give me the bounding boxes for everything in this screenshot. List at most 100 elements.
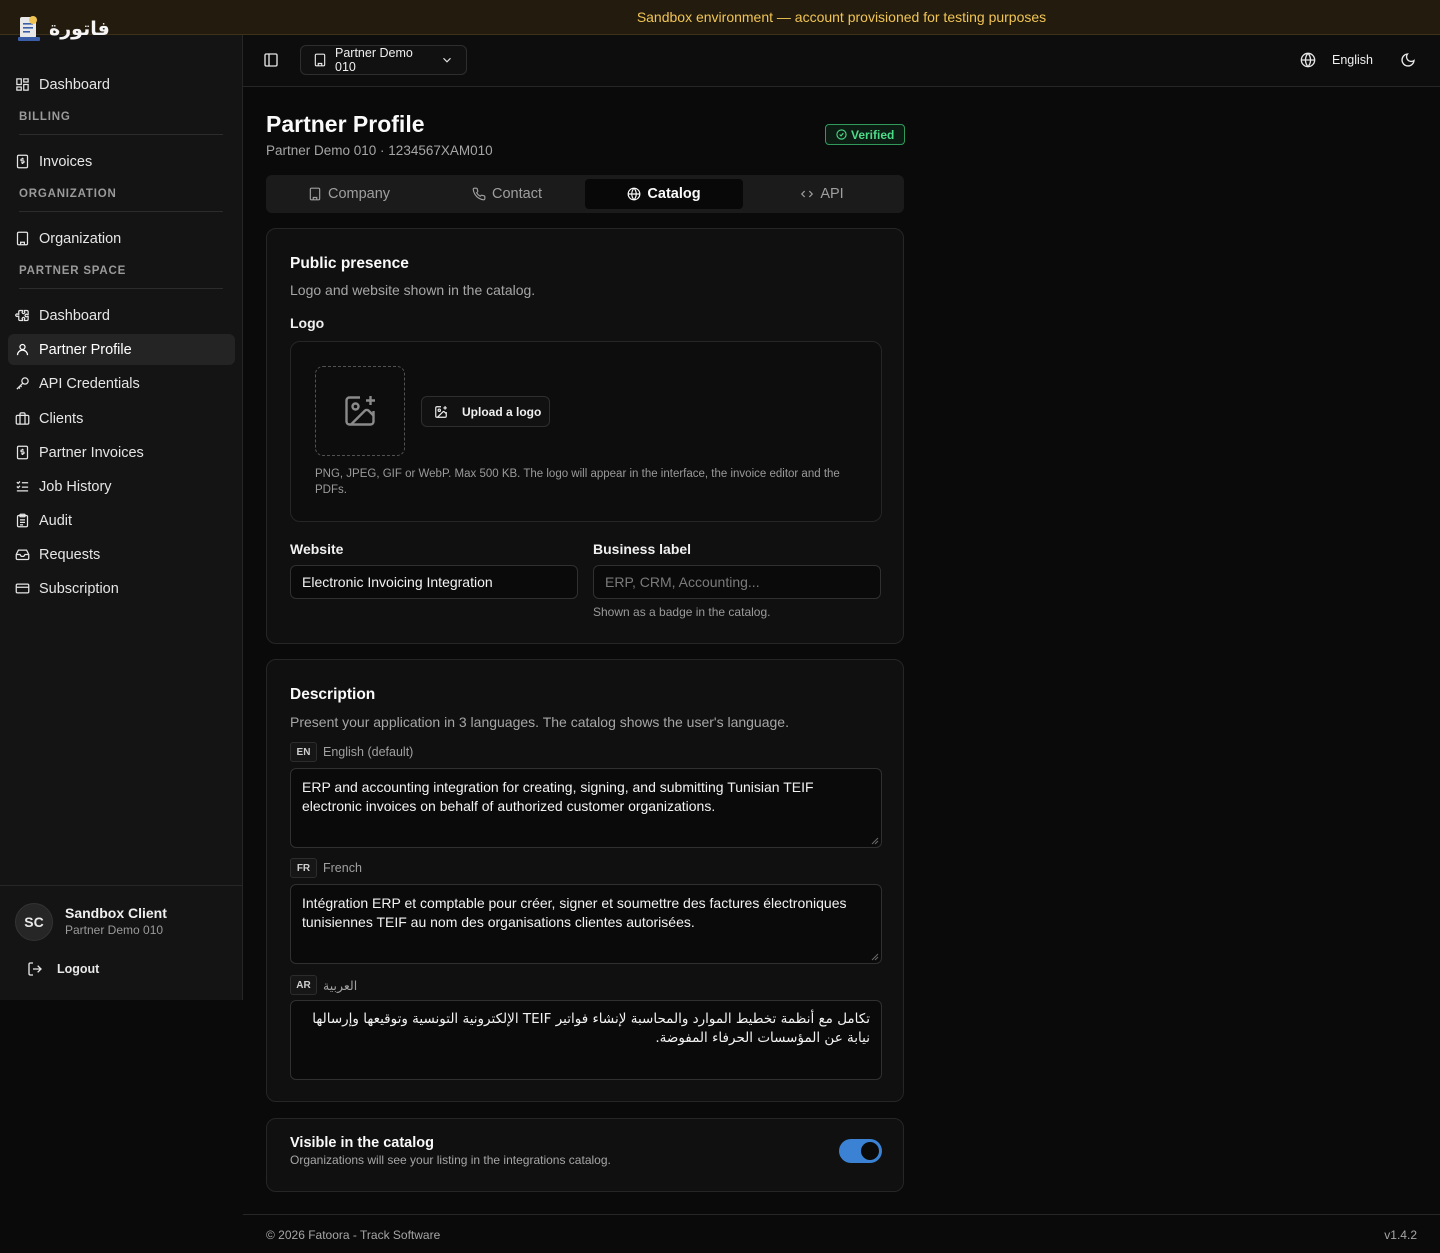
description-en-textarea[interactable]: ERP and accounting integration for creat… — [290, 768, 882, 848]
description-ar-text: تكامل مع أنظمة تخطيط الموارد والمحاسبة ل… — [312, 1011, 870, 1046]
card-title: Public presence — [290, 255, 409, 272]
sidebar-toggle-icon[interactable] — [263, 52, 279, 68]
building-icon — [309, 187, 321, 201]
user-icon — [16, 343, 29, 356]
language-code-badge: FR — [290, 858, 317, 878]
resize-handle-icon[interactable] — [871, 953, 879, 961]
status-badge-label: Verified — [851, 127, 895, 142]
catalog-visibility-toggle[interactable] — [839, 1139, 882, 1163]
sidebar-item-dashboard[interactable]: Dashboard — [8, 69, 235, 100]
description-fr-text: Intégration ERP et comptable pour créer,… — [302, 895, 847, 930]
page-title: Partner Profile — [266, 111, 425, 137]
sidebar-item-api-credentials[interactable]: API Credentials — [8, 368, 235, 399]
sidebar-item-partner-profile[interactable]: Partner Profile — [8, 334, 235, 365]
language-name: English (default) — [323, 745, 414, 759]
page-subtitle: Partner Demo 010 · 1234567XAM010 — [266, 143, 493, 158]
toggle-knob — [861, 1142, 879, 1160]
brand[interactable]: فاتورة — [17, 15, 110, 43]
sidebar-item-job-history[interactable]: Job History — [8, 471, 235, 502]
sidebar-item-label: Dashboard — [39, 307, 110, 324]
resize-handle-icon[interactable] — [871, 837, 879, 845]
sidebar-item-partner-invoices[interactable]: Partner Invoices — [8, 437, 235, 468]
tab-catalog[interactable]: Catalog — [585, 179, 743, 209]
logo-hint: PNG, JPEG, GIF or WebP. Max 500 KB. The … — [315, 468, 840, 496]
tab-label: Company — [327, 186, 391, 202]
profile-tabs: Company Contact Catalog API — [266, 175, 904, 213]
section-divider — [19, 211, 223, 212]
sidebar-item-clients[interactable]: Clients — [8, 403, 235, 434]
description-fr-textarea[interactable]: Intégration ERP et comptable pour créer,… — [290, 884, 882, 964]
footer-copyright: © 2026 Fatoora - Track Software — [266, 1228, 441, 1242]
card-description: Present your application in 3 languages.… — [290, 714, 789, 730]
logout-icon — [28, 962, 42, 976]
section-divider — [19, 134, 223, 135]
upload-logo-label: Upload a logo — [462, 404, 542, 419]
language-switcher[interactable]: English — [1300, 52, 1373, 68]
language-label: English — [1332, 53, 1373, 67]
invoice-icon — [16, 154, 29, 169]
brand-name: فاتورة — [49, 18, 110, 40]
language-code-badge: EN — [290, 742, 317, 762]
globe-icon — [1300, 52, 1316, 68]
tab-api[interactable]: API — [743, 179, 901, 209]
code-icon — [801, 190, 814, 198]
visibility-title: Visible in the catalog — [290, 1135, 434, 1151]
logout-button[interactable]: Logout — [27, 961, 99, 977]
organization-select-value: Partner Demo 010 — [335, 46, 413, 74]
image-plus-icon — [345, 396, 375, 426]
sidebar-item-label: Invoices — [39, 153, 93, 170]
puzzle-icon — [15, 309, 29, 322]
clipboard-icon — [16, 513, 29, 528]
user-panel: SC Sandbox Client Partner Demo 010 Logou… — [0, 885, 242, 1000]
business-label-label: Business label — [593, 541, 692, 557]
tab-label: Catalog — [647, 186, 701, 202]
sidebar-item-requests[interactable]: Requests — [8, 539, 235, 570]
logo-uploader: Upload a logo PNG, JPEG, GIF or WebP. Ma… — [290, 341, 882, 522]
sandbox-banner: Sandbox environment — account provisione… — [0, 0, 1440, 35]
sidebar-item-label: API Credentials — [39, 375, 140, 392]
tab-contact[interactable]: Contact — [428, 179, 586, 209]
moon-icon[interactable] — [1400, 52, 1416, 68]
sidebar-item-label: Partner Profile — [39, 341, 132, 358]
sidebar-item-subscription[interactable]: Subscription — [8, 573, 235, 604]
description-card: Description Present your application in … — [266, 659, 904, 1102]
tab-company[interactable]: Company — [270, 179, 428, 209]
upload-logo-button[interactable]: Upload a logo — [421, 396, 550, 427]
top-bar: Partner Demo 010 English — [243, 35, 1440, 87]
visibility-card: Visible in the catalog Organizations wil… — [266, 1118, 904, 1192]
building-icon — [16, 231, 29, 246]
sidebar-item-label: Organization — [39, 230, 122, 247]
building-icon — [314, 53, 326, 67]
invoice-logo-icon — [18, 16, 40, 41]
footer: © 2026 Fatoora - Track Software v1.4.2 — [243, 1214, 1440, 1253]
language-row-fr: FR French — [290, 858, 362, 878]
language-name: العربية — [323, 978, 358, 993]
globe-icon — [627, 187, 641, 201]
section-title-partner-space: PARTNER SPACE — [19, 265, 127, 277]
logout-label: Logout — [57, 962, 100, 976]
phone-icon — [472, 187, 486, 201]
card-title: Description — [290, 686, 376, 703]
section-title-billing: BILLING — [19, 111, 71, 123]
sidebar-item-label: Clients — [39, 410, 84, 427]
briefcase-icon — [15, 412, 30, 425]
description-ar-textarea[interactable]: تكامل مع أنظمة تخطيط الموارد والمحاسبة ل… — [290, 1000, 882, 1080]
sidebar-item-label: Dashboard — [39, 76, 110, 93]
check-circle-icon — [836, 129, 847, 140]
sidebar-item-invoices[interactable]: Invoices — [8, 146, 235, 177]
description-en-text: ERP and accounting integration for creat… — [302, 779, 814, 814]
sidebar-item-label: Audit — [39, 512, 73, 529]
website-field[interactable]: Electronic Invoicing Integration — [290, 565, 578, 599]
inbox-icon — [15, 549, 30, 561]
organization-select[interactable]: Partner Demo 010 — [300, 45, 467, 75]
sidebar-item-partner-dashboard[interactable]: Dashboard — [8, 300, 235, 331]
sidebar-item-organization[interactable]: Organization — [8, 223, 235, 254]
language-row-en: EN English (default) — [290, 742, 413, 762]
sidebar-item-audit[interactable]: Audit — [8, 505, 235, 536]
avatar[interactable]: SC — [15, 903, 53, 941]
section-title-organization: ORGANIZATION — [19, 188, 117, 200]
logo-dropzone[interactable] — [315, 366, 405, 456]
user-org: Partner Demo 010 — [65, 923, 164, 937]
user-name: Sandbox Client — [65, 905, 167, 921]
business-label-field[interactable]: ERP, CRM, Accounting... — [593, 565, 881, 599]
